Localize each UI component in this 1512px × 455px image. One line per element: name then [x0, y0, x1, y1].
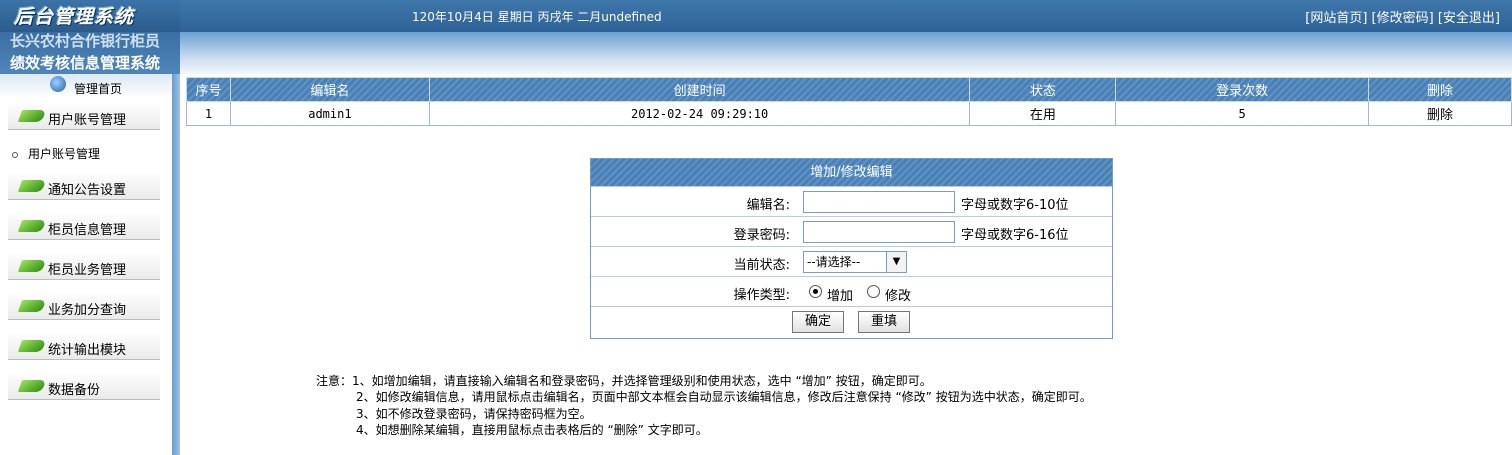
radio-add-label: 增加 [827, 289, 854, 304]
arrow-icon [17, 380, 47, 392]
status-label: 当前状态: [733, 258, 790, 273]
sidebar: 管理首页 用户账号管理 用户账号管理 通知公告设置 柜员信息管理 柜员业务管理 … [0, 74, 180, 455]
confirm-button[interactable]: 确定 [792, 311, 844, 333]
column-header: 状态 [969, 77, 1117, 102]
link-change-password[interactable]: [修改密码] [1372, 11, 1434, 26]
cell-index: 1 [186, 101, 231, 126]
editor-name-input[interactable] [803, 191, 955, 213]
arrow-icon [17, 300, 47, 312]
table-row: 1 admin1 2012-02-24 09:29:10 在用 5 删除 [186, 101, 1512, 126]
sidebar-item-label: 统计输出模块 [48, 343, 127, 358]
note-line: 注意：1、如增加编辑，请直接输入编辑名和登录密码，并选择管理级别和使用状态，选中… [316, 374, 932, 388]
link-site-home[interactable]: [网站首页] [1305, 11, 1367, 26]
sidebar-item-label: 柜员信息管理 [48, 223, 127, 238]
form-row-password: 登录密码: 字母或数字6-16位 [591, 216, 1112, 246]
editor-table: 序号 编辑名 创建时间 状态 登录次数 删除 1 admin1 2012-02-… [186, 77, 1512, 126]
status-select[interactable]: --请选择-- ▼ [803, 251, 907, 273]
column-header: 登录次数 [1115, 77, 1370, 102]
form-row-name: 编辑名: 字母或数字6-10位 [591, 186, 1112, 216]
sidebar-item-label: 柜员业务管理 [48, 263, 127, 278]
sidebar-item-label: 业务加分查询 [48, 303, 127, 318]
radio-add[interactable] [809, 285, 822, 298]
arrow-icon [17, 340, 47, 352]
top-links: [网站首页] [修改密码] [安全退出] [1305, 7, 1500, 26]
cell-created-time: 2012-02-24 09:29:10 [428, 101, 971, 126]
sidebar-item-notices[interactable]: 通知公告设置 [8, 172, 160, 200]
sidebar-item-statistics[interactable]: 统计输出模块 [8, 332, 160, 360]
column-header: 编辑名 [229, 77, 430, 102]
sidebar-item-teller-info[interactable]: 柜员信息管理 [8, 212, 160, 240]
logo-area: 后台管理系统 [0, 0, 180, 32]
sidebar-item-backup[interactable]: 数据备份 [8, 372, 160, 400]
sidebar-item-teller-business[interactable]: 柜员业务管理 [8, 252, 160, 280]
name-hint: 字母或数字6-10位 [961, 198, 1069, 213]
password-hint: 字母或数字6-16位 [961, 228, 1069, 243]
banner [0, 32, 1512, 74]
arrow-icon [17, 260, 47, 272]
sidebar-item-bonus-query[interactable]: 业务加分查询 [8, 292, 160, 320]
note-line: 2、如修改编辑信息，请用鼠标点击编辑名，页面中部文本框会自动显示该编辑信息，修改… [356, 390, 1092, 405]
password-label: 登录密码: [733, 228, 790, 243]
editor-form: 增加/修改编辑 编辑名: 字母或数字6-10位 登录密码: 字母或数字6-16位… [590, 158, 1113, 339]
link-logout[interactable]: [安全退出] [1438, 11, 1500, 26]
cell-login-count: 5 [1115, 101, 1370, 126]
sidebar-home-label: 管理首页 [74, 82, 123, 96]
org-title-block: 长兴农村合作银行柜员 绩效考核信息管理系统 [0, 32, 180, 74]
sidebar-item-label: 通知公告设置 [48, 183, 127, 198]
sidebar-item-label: 用户账号管理 [48, 113, 127, 128]
sidebar-item-user-accounts[interactable]: 用户账号管理 [8, 102, 160, 130]
column-header: 删除 [1368, 77, 1512, 102]
form-title: 增加/修改编辑 [591, 159, 1112, 186]
operation-label: 操作类型: [733, 288, 790, 303]
sidebar-item-label: 数据备份 [48, 383, 101, 398]
note-line: 3、如不修改登录密码，请保持密码框为空。 [356, 406, 592, 421]
chevron-down-icon: ▼ [886, 252, 906, 272]
cell-editor-name[interactable]: admin1 [229, 101, 430, 126]
form-row-status: 当前状态: --请选择-- ▼ [591, 246, 1112, 276]
cell-status: 在用 [969, 101, 1117, 126]
form-row-buttons: 确定 重填 [591, 306, 1112, 336]
notes-prefix: 注意： [316, 374, 353, 388]
table-header-row: 序号 编辑名 创建时间 状态 登录次数 删除 [186, 77, 1512, 102]
radio-edit-label: 修改 [885, 289, 912, 304]
top-bar [0, 0, 1512, 32]
org-name: 长兴农村合作银行柜员 [10, 33, 161, 49]
arrow-icon [17, 110, 47, 122]
column-header: 序号 [186, 77, 231, 102]
sidebar-edge [172, 74, 180, 455]
sidebar-home[interactable]: 管理首页 [0, 74, 172, 98]
radio-edit[interactable] [867, 285, 880, 298]
password-input[interactable] [803, 221, 955, 243]
sidebar-subitem-label: 用户账号管理 [28, 147, 101, 161]
note-line: 4、如想删除某编辑，直接用鼠标点击表格后的 “删除” 文字即可。 [356, 422, 708, 437]
arrow-icon [17, 220, 47, 232]
sidebar-subitem-user-accounts[interactable]: 用户账号管理 [12, 145, 100, 162]
system-name: 绩效考核信息管理系统 [10, 54, 161, 72]
name-label: 编辑名: [746, 198, 790, 213]
globe-icon [50, 76, 66, 92]
notes: 注意：1、如增加编辑，请直接输入编辑名和登录密码，并选择管理级别和使用状态，选中… [316, 373, 1092, 438]
column-header: 创建时间 [428, 77, 971, 102]
form-row-operation: 操作类型: 增加 修改 [591, 276, 1112, 306]
logo: 后台管理系统 [14, 6, 135, 28]
bullet-icon [12, 151, 18, 158]
reset-button[interactable]: 重填 [858, 311, 910, 333]
date-display: 120年10月4日 星期日 丙戌年 二月undefined [412, 10, 662, 24]
status-selected-value: --请选择-- [807, 255, 861, 269]
delete-link[interactable]: 删除 [1368, 101, 1512, 126]
arrow-icon [17, 180, 47, 192]
